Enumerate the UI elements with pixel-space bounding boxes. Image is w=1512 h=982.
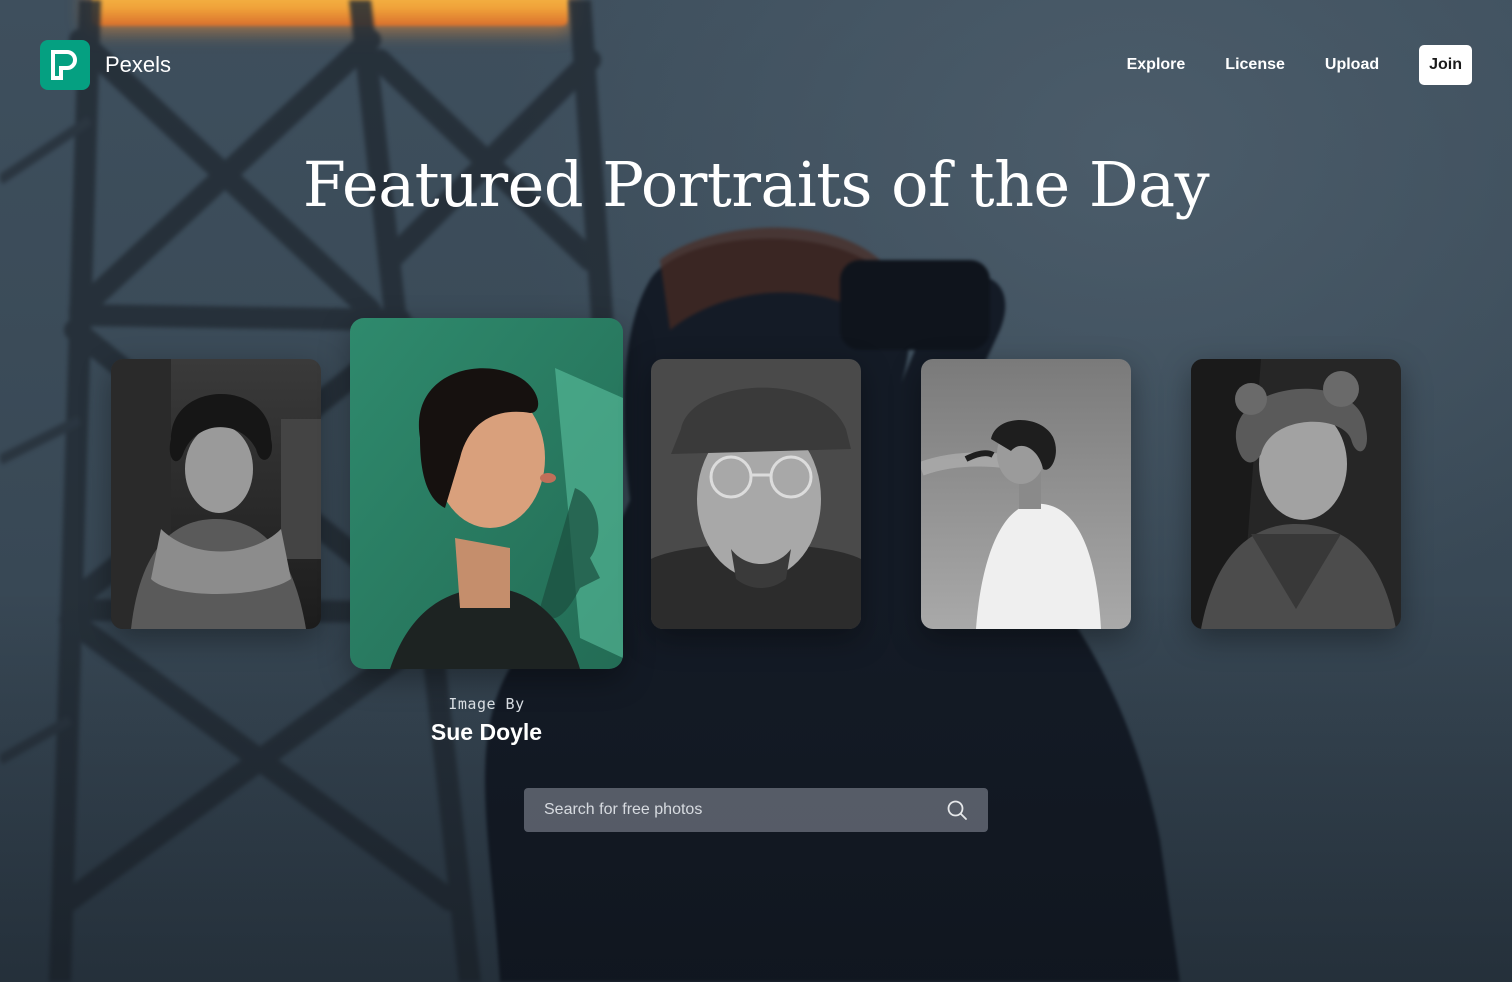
portrait-image xyxy=(111,359,321,629)
nav-license[interactable]: License xyxy=(1225,56,1285,74)
portrait-image xyxy=(350,318,623,669)
portrait-image xyxy=(1191,359,1401,629)
portrait-image xyxy=(921,359,1131,629)
portrait-card[interactable] xyxy=(111,359,321,629)
credit-photographer-name[interactable]: Sue Doyle xyxy=(350,719,623,746)
portrait-card[interactable] xyxy=(921,359,1131,629)
portrait-card[interactable] xyxy=(1191,359,1401,629)
brand-name: Pexels xyxy=(105,52,172,77)
portrait-card-featured[interactable] xyxy=(350,318,623,669)
site-header: Pexels Explore License Upload Join xyxy=(40,40,1472,90)
join-button[interactable]: Join xyxy=(1419,45,1472,85)
portrait-card[interactable] xyxy=(651,359,861,629)
search-input[interactable] xyxy=(544,801,946,819)
credit-label: Image By xyxy=(448,695,525,713)
portrait-image xyxy=(651,359,861,629)
pexels-logo-icon xyxy=(40,40,90,90)
search-bar xyxy=(524,788,988,832)
main-nav: Explore License Upload Join xyxy=(1127,45,1472,85)
nav-upload[interactable]: Upload xyxy=(1325,56,1379,74)
nav-explore[interactable]: Explore xyxy=(1127,56,1186,74)
image-credit: Image By Sue Doyle xyxy=(350,695,623,746)
search-icon[interactable] xyxy=(946,799,968,821)
page-title: Featured Portraits of the Day xyxy=(302,148,1210,221)
brand-home-link[interactable]: Pexels xyxy=(40,40,171,90)
